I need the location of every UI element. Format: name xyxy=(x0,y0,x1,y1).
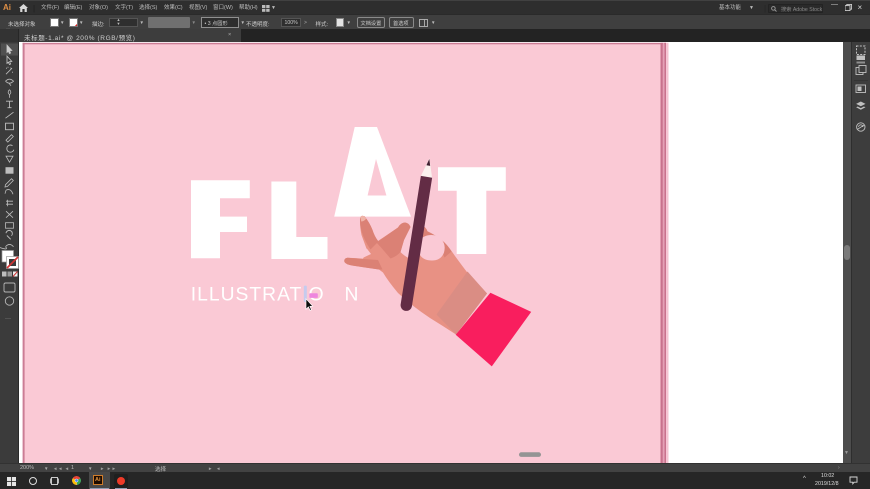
svg-text:···: ··· xyxy=(5,316,11,322)
svg-text:N: N xyxy=(345,284,359,305)
